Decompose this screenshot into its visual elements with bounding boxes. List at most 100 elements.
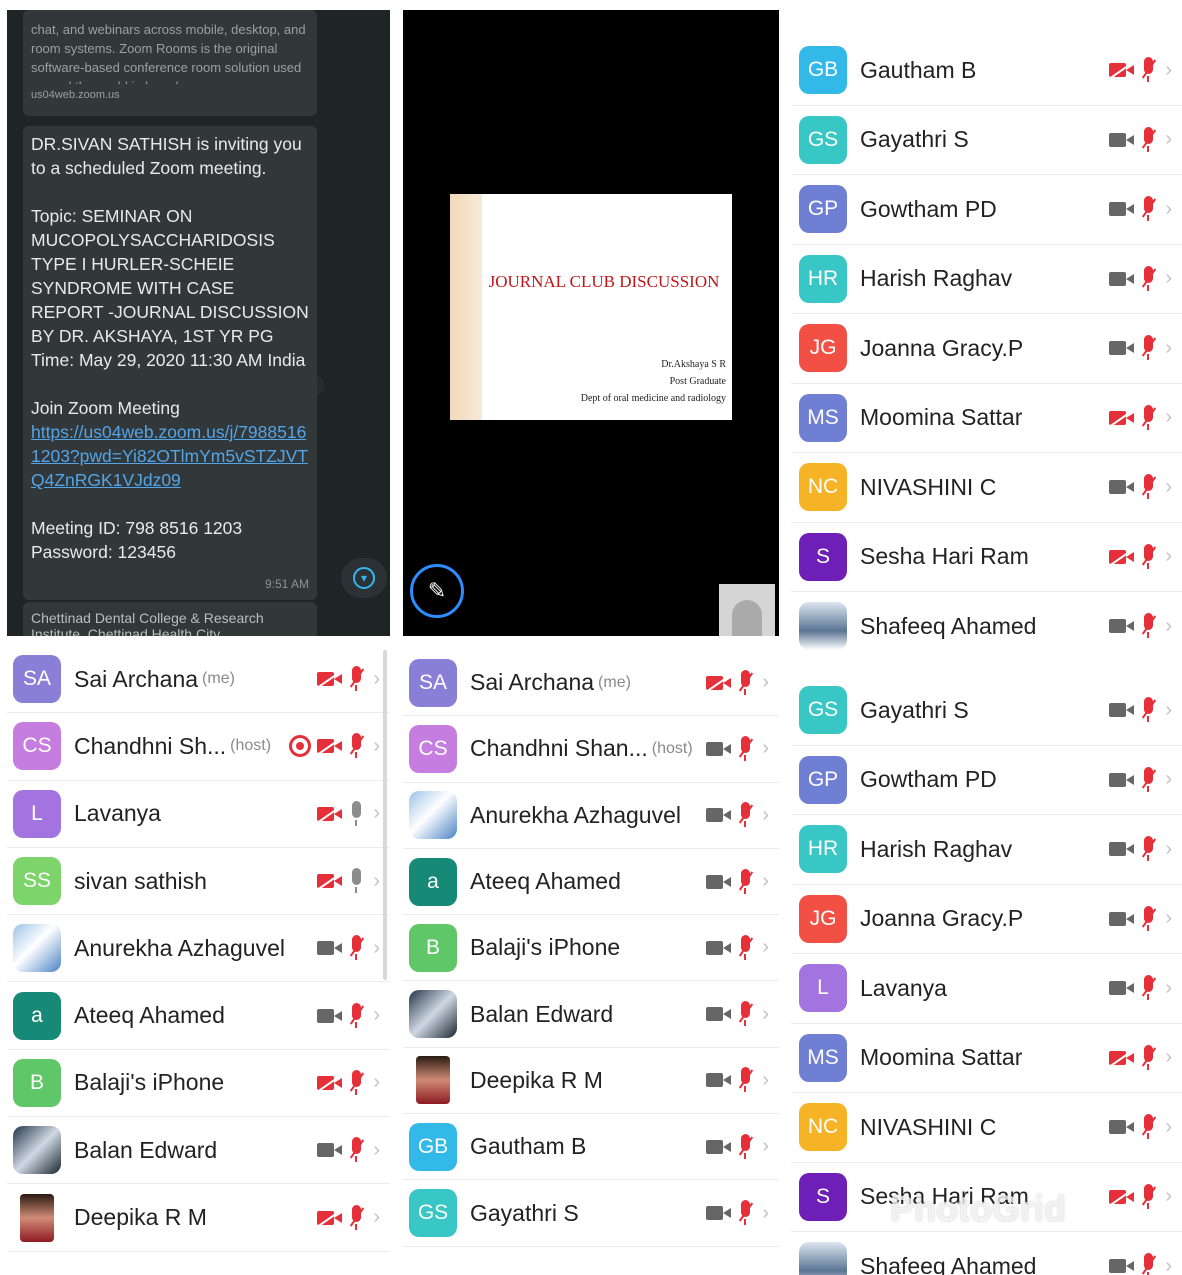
participant-row[interactable]: L Lavanya › [791, 954, 1182, 1024]
video-off-icon [317, 1208, 344, 1227]
video-off-icon [317, 669, 344, 689]
participant-row[interactable]: NC NIVASHINI C › [791, 453, 1182, 523]
participant-name: Harish Raghav [860, 265, 1013, 292]
participant-row[interactable]: Anurekha Azhaguvel › [403, 783, 779, 849]
video-icon [1109, 339, 1135, 357]
participant-status-icons: › [1109, 1044, 1172, 1071]
video-icon [1109, 910, 1135, 928]
participant-row[interactable]: CS Chandhni Shan... (host) › [403, 716, 779, 783]
participant-status-icons: › [706, 802, 769, 828]
participant-status-icons: › [1109, 57, 1172, 83]
participant-row[interactable]: a Ateeq Ahamed › [403, 849, 779, 916]
microphone-muted-icon [1141, 543, 1157, 570]
participant-row[interactable]: Deepika R M › [7, 1184, 390, 1252]
video-icon [1109, 478, 1135, 496]
participant-row[interactable]: MS Moomina Sattar › [791, 1024, 1182, 1093]
participant-avatar [13, 924, 61, 973]
participant-name: Shafeeq Ahamed [860, 1252, 1037, 1275]
participant-row[interactable]: GS Gayathri S › [791, 106, 1182, 175]
participant-row[interactable]: B Balaji's iPhone › [7, 1050, 390, 1118]
participant-avatar [409, 990, 457, 1039]
video-icon [706, 740, 732, 758]
participant-row[interactable]: HR Harish Raghav › [791, 815, 1182, 885]
participant-row[interactable]: Shafeeq Ahamed › [791, 592, 1182, 650]
link-preview-host: us04web.zoom.us [31, 89, 120, 101]
participant-row[interactable]: SA Sai Archana (me) › [403, 650, 779, 717]
participant-name: Chandhni Sh... [74, 732, 227, 759]
chevron-right-icon: › [1165, 1254, 1172, 1275]
participant-avatar [799, 602, 847, 650]
slide-title: JOURNAL CLUB DISCUSSION [488, 272, 720, 291]
participant-name: Anurekha Azhaguvel [470, 801, 681, 828]
chevron-right-icon: › [1165, 545, 1172, 568]
video-icon [317, 1007, 343, 1025]
annotate-button[interactable]: ✎ [410, 564, 464, 618]
participant-row[interactable]: SS sivan sathish › [7, 848, 390, 916]
scroll-to-bottom-button[interactable]: ▾ [341, 558, 387, 598]
participant-row[interactable]: a Ateeq Ahamed › [7, 983, 390, 1050]
participant-row[interactable]: HR Harish Raghav › [791, 245, 1182, 314]
participant-row[interactable]: MS Moomina Sattar › [791, 384, 1182, 453]
participant-name: Chandhni Shan... [470, 735, 648, 762]
participant-row[interactable]: NC NIVASHINI C › [791, 1093, 1182, 1163]
participant-avatar: JG [799, 894, 847, 943]
chevron-right-icon: › [1165, 197, 1172, 220]
participant-status-icons: › [706, 1067, 769, 1093]
participant-row[interactable]: GB Gautham B › [403, 1114, 779, 1181]
video-icon [1109, 617, 1135, 635]
participant-status-icons: › [1109, 1114, 1172, 1140]
chevron-right-icon: › [762, 671, 769, 694]
video-off-icon [317, 804, 344, 824]
participant-avatar: a [13, 991, 61, 1040]
participant-row[interactable]: GS Gayathri S › [791, 676, 1182, 746]
participant-row[interactable]: Shafeeq Ahamed › [791, 1232, 1182, 1275]
participant-row[interactable]: GB Gautham B › [791, 36, 1182, 106]
participant-row[interactable]: JG Joanna Gracy.P › [791, 314, 1182, 384]
participant-row[interactable]: L Lavanya › [7, 781, 390, 848]
participant-row[interactable]: Anurekha Azhaguvel › [7, 915, 390, 983]
video-off-icon [317, 737, 344, 756]
participant-row[interactable]: CS Chandhni Sh... (host) › [7, 713, 390, 781]
participant-row[interactable]: Balan Edward › [7, 1117, 390, 1185]
participant-status-icons: › [1109, 975, 1172, 1001]
participant-row[interactable]: SA Sai Archana (me) › [7, 646, 390, 714]
participants-list-bottom-left: SA Sai Archana (me) › CS Chandhni Sh... (host)… [7, 646, 390, 1275]
microphone-muted-icon [1141, 836, 1157, 862]
video-icon [317, 939, 343, 957]
video-icon [1109, 1118, 1135, 1136]
video-off-icon [1109, 547, 1136, 567]
microphone-muted-icon [738, 868, 754, 895]
pencil-icon: ✎ [427, 578, 447, 603]
participant-avatar [409, 791, 457, 840]
participant-row[interactable]: B Balaji's iPhone › [403, 915, 779, 982]
participant-row[interactable]: Deepika R M › [403, 1048, 779, 1115]
scrollbar[interactable] [383, 650, 387, 980]
participant-name: Gowtham PD [860, 766, 997, 793]
self-view-thumbnail[interactable] [719, 584, 775, 636]
participant-avatar: JG [799, 324, 847, 373]
participant-row[interactable]: GP Gowtham PD › [791, 746, 1182, 815]
participant-avatar: S [799, 532, 847, 581]
participants-list-bottom-middle: SA Sai Archana (me) › CS Chandhni Shan... (hos… [403, 650, 779, 1275]
participant-row[interactable]: Balan Edward › [403, 982, 779, 1048]
participant-row[interactable]: JG Joanna Gracy.P › [791, 885, 1182, 954]
participant-avatar: S [799, 1172, 847, 1221]
participant-name: Shafeeq Ahamed [860, 612, 1037, 639]
recording-icon [289, 735, 312, 758]
chevron-right-icon: › [762, 936, 769, 959]
participant-name: sivan sathish [74, 867, 207, 894]
link-preview-card[interactable]: chat, and webinars across mobile, deskto… [23, 10, 317, 116]
participant-status-icons: › [1109, 335, 1172, 361]
chevron-right-icon: › [373, 1004, 380, 1027]
participant-avatar: MS [799, 1033, 847, 1082]
microphone-muted-icon [1141, 766, 1157, 793]
join-meeting-link[interactable]: https://us04web.zoom.us/j/79885161203?pw… [31, 422, 308, 490]
presenter-dept: Dept of oral medicine and radiology [580, 393, 726, 404]
next-message: Chettinad Dental College & Research Inst… [23, 602, 317, 636]
participant-row[interactable]: GS Gayathri S › [403, 1180, 779, 1247]
participant-row[interactable]: GP Gowtham PD › [791, 175, 1182, 245]
participant-row[interactable]: S Sesha Hari Ram › [791, 523, 1182, 592]
video-off-icon [706, 673, 733, 693]
participant-avatar: MS [799, 393, 847, 442]
video-icon [1109, 771, 1135, 789]
